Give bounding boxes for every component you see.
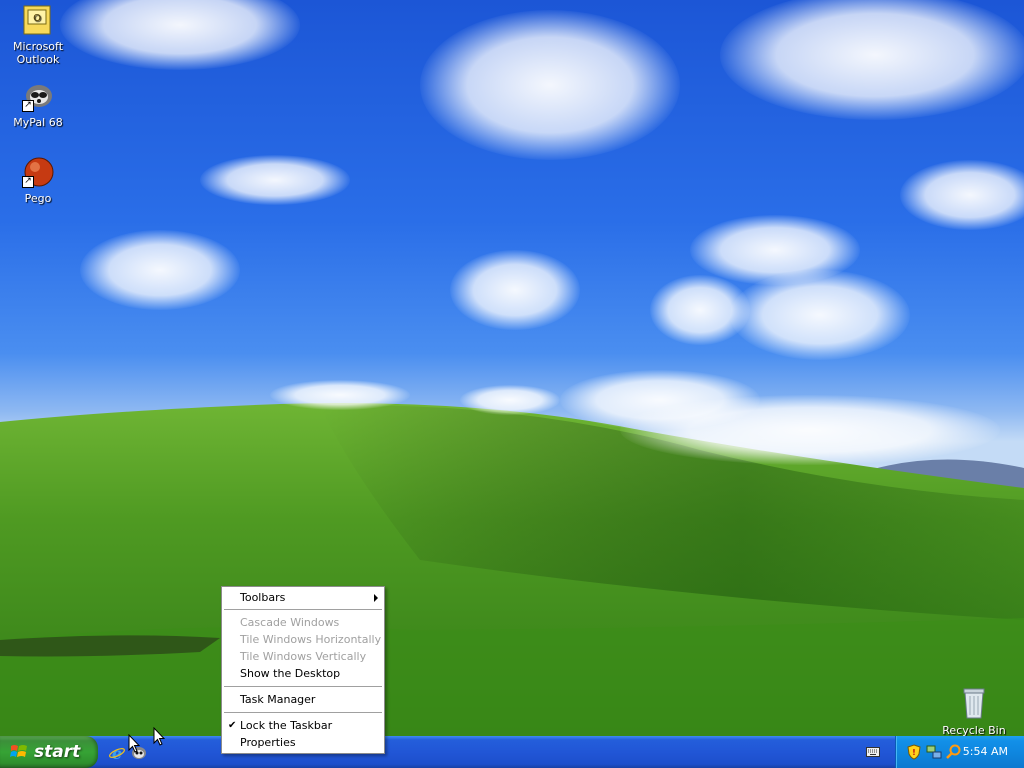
desktop-icon-outlook[interactable]: O Microsoft Outlook bbox=[0, 4, 76, 66]
cloud bbox=[80, 230, 240, 310]
cloud bbox=[270, 380, 410, 410]
desktop-icon-pego[interactable]: ↗ Pego bbox=[0, 156, 76, 205]
desktop-icon-recycle-bin[interactable]: Recycle Bin bbox=[936, 686, 1012, 736]
cloud bbox=[420, 10, 680, 160]
menu-item-show-desktop[interactable]: Show the Desktop bbox=[222, 665, 384, 682]
menu-item-label: Lock the Taskbar bbox=[240, 719, 333, 732]
menu-item-toolbars[interactable]: Toolbars bbox=[222, 589, 384, 606]
svg-text:O: O bbox=[33, 13, 41, 24]
start-label: start bbox=[34, 742, 81, 762]
menu-item-tile-vertically[interactable]: Tile Windows Vertically bbox=[222, 648, 384, 665]
menu-item-label: Toolbars bbox=[240, 591, 286, 604]
start-button[interactable]: start bbox=[0, 736, 98, 768]
menu-item-cascade-windows[interactable]: Cascade Windows bbox=[222, 614, 384, 631]
outlook-icon: O bbox=[22, 4, 54, 36]
desktop-icon-label: Outlook bbox=[16, 53, 60, 66]
menu-item-label: Tile Windows Vertically bbox=[240, 650, 367, 663]
windows-logo-icon bbox=[10, 745, 27, 757]
cloud bbox=[450, 250, 580, 330]
menu-separator bbox=[224, 712, 382, 713]
menu-item-tile-horizontally[interactable]: Tile Windows Horizontally bbox=[222, 631, 384, 648]
menu-item-label: Task Manager bbox=[240, 693, 316, 706]
desktop-background[interactable]: O Microsoft Outlook ↗ MyPal 68 ↗ Pego Re… bbox=[0, 0, 1024, 736]
menu-separator bbox=[224, 686, 382, 687]
menu-item-lock-taskbar[interactable]: ✔ Lock the Taskbar bbox=[222, 717, 384, 734]
menu-item-label: Show the Desktop bbox=[240, 667, 341, 680]
mypal-icon: ↗ bbox=[22, 80, 54, 112]
shortcut-arrow-icon: ↗ bbox=[22, 100, 34, 112]
system-tray: ! 5:54 AM bbox=[895, 736, 1024, 768]
cloud bbox=[200, 155, 350, 205]
menu-separator bbox=[224, 609, 382, 610]
menu-item-task-manager[interactable]: Task Manager bbox=[222, 691, 384, 708]
keyboard-icon[interactable] bbox=[866, 747, 880, 757]
menu-item-label: Properties bbox=[240, 736, 296, 749]
menu-item-label: Cascade Windows bbox=[240, 616, 340, 629]
clock[interactable]: 5:54 AM bbox=[963, 745, 1008, 758]
submenu-arrow-icon bbox=[374, 594, 378, 602]
security-shield-icon[interactable]: ! bbox=[906, 744, 922, 760]
cloud bbox=[730, 270, 910, 360]
search-icon[interactable] bbox=[946, 744, 962, 760]
shortcut-arrow-icon: ↗ bbox=[22, 176, 34, 188]
desktop-icon-label: MyPal 68 bbox=[13, 116, 63, 129]
cloud bbox=[620, 395, 1000, 465]
recycle-bin-icon bbox=[958, 686, 990, 720]
desktop-icon-label: Microsoft bbox=[12, 40, 64, 53]
desktop-icon-label: Pego bbox=[24, 192, 52, 205]
desktop-icon-mypal[interactable]: ↗ MyPal 68 bbox=[0, 80, 76, 129]
menu-item-properties[interactable]: Properties bbox=[222, 734, 384, 751]
cloud bbox=[460, 385, 560, 415]
menu-item-label: Tile Windows Horizontally bbox=[240, 633, 382, 646]
svg-text:e: e bbox=[112, 744, 122, 762]
network-icon[interactable] bbox=[926, 744, 942, 760]
internet-explorer-icon[interactable]: e bbox=[108, 744, 126, 762]
taskbar-context-menu: Toolbars Cascade Windows Tile Windows Ho… bbox=[221, 586, 385, 754]
mouse-cursor-icon bbox=[128, 734, 140, 753]
pego-icon: ↗ bbox=[22, 156, 54, 188]
svg-text:!: ! bbox=[912, 748, 916, 757]
mouse-pointer-icon bbox=[153, 727, 165, 746]
desktop-icon-label: Recycle Bin bbox=[942, 724, 1006, 736]
checkmark-icon: ✔ bbox=[228, 720, 237, 731]
